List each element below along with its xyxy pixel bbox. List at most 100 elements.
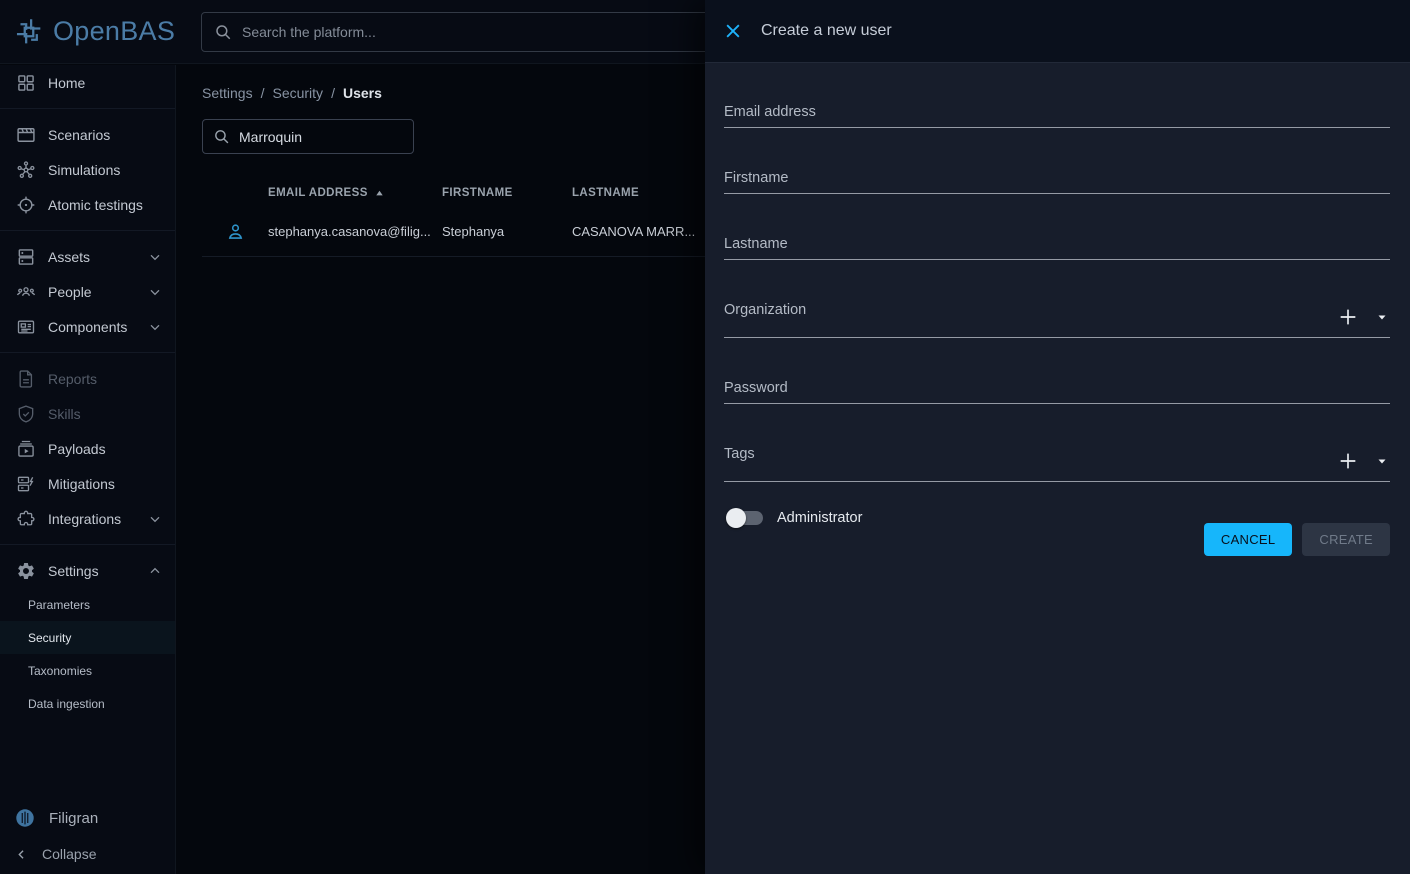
- dropdown-caret-icon[interactable]: [1376, 455, 1388, 467]
- tags-field-label: Tags: [724, 446, 1390, 462]
- newspaper-icon: [16, 317, 36, 337]
- create-user-form: Email address Firstname Lastname Organiz…: [705, 104, 1410, 572]
- firstname-field-label: Firstname: [724, 170, 1390, 186]
- administrator-toggle[interactable]: Administrator: [726, 510, 862, 526]
- chevron-left-icon: [14, 847, 29, 862]
- sidebar-item-label: Atomic testings: [48, 197, 143, 213]
- breadcrumb-users: Users: [343, 85, 382, 101]
- chevron-down-icon: [147, 284, 163, 300]
- sort-asc-icon: [374, 188, 385, 199]
- email-field[interactable]: Email address: [724, 104, 1390, 128]
- sidebar-item-simulations[interactable]: Simulations: [0, 152, 175, 187]
- grid-icon: [16, 73, 36, 93]
- sidebar-item-label: Assets: [48, 249, 90, 265]
- puzzle-icon: [16, 509, 36, 529]
- sidebar-item-payloads[interactable]: Payloads: [0, 431, 175, 466]
- chevron-down-icon: [147, 511, 163, 527]
- add-tag-icon[interactable]: [1337, 450, 1359, 472]
- sidebar-divider: [0, 230, 175, 231]
- sidebar-subitem-label: Security: [28, 631, 71, 645]
- sidebar-footer: Filigran Collapse: [0, 800, 175, 874]
- row-icon-cell: [202, 221, 268, 242]
- lastname-field-label: Lastname: [724, 236, 1390, 252]
- cell-firstname: Stephanya: [442, 224, 572, 239]
- sidebar-item-home[interactable]: Home: [0, 65, 175, 100]
- sidebar-item-label: Payloads: [48, 441, 106, 457]
- shield-check-icon: [16, 404, 36, 424]
- drawer-header: Create a new user: [705, 0, 1410, 63]
- sidebar-divider: [0, 108, 175, 109]
- sidebar-item-label: Home: [48, 75, 85, 91]
- organization-field[interactable]: Organization: [724, 302, 1390, 338]
- users-filter[interactable]: [202, 119, 414, 154]
- search-icon: [213, 128, 230, 145]
- sidebar-item-skills: Skills: [0, 396, 175, 431]
- field-underline: [724, 337, 1390, 338]
- breadcrumb-separator: /: [261, 85, 265, 101]
- sidebar-subitem-label: Parameters: [28, 598, 90, 612]
- sidebar-item-label: Mitigations: [48, 476, 115, 492]
- header-firstname[interactable]: FIRSTNAME: [442, 187, 572, 199]
- platform-search-input[interactable]: [242, 24, 748, 40]
- sidebar-item-scenarios[interactable]: Scenarios: [0, 117, 175, 152]
- create-button[interactable]: CREATE: [1302, 523, 1390, 556]
- groups-icon: [16, 282, 36, 302]
- chevron-down-icon: [147, 249, 163, 265]
- sidebar-item-label: Scenarios: [48, 127, 110, 143]
- sidebar-item-integrations[interactable]: Integrations: [0, 501, 175, 536]
- sidebar-item-label: Integrations: [48, 511, 121, 527]
- sidebar-item-taxonomies[interactable]: Taxonomies: [0, 654, 175, 687]
- sidebar-item-mitigations[interactable]: Mitigations: [0, 466, 175, 501]
- subscriptions-icon: [16, 439, 36, 459]
- sidebar-item-label: Components: [48, 319, 127, 335]
- target-icon: [16, 195, 36, 215]
- header-email-address[interactable]: EMAIL ADDRESS: [268, 187, 442, 199]
- field-underline: [724, 259, 1390, 260]
- field-underline: [724, 481, 1390, 482]
- lastname-field[interactable]: Lastname: [724, 236, 1390, 260]
- close-icon[interactable]: [720, 18, 746, 44]
- collapse-label: Collapse: [42, 846, 96, 862]
- sidebar-item-people[interactable]: People: [0, 274, 175, 309]
- create-user-drawer: Create a new user Email address Firstnam…: [705, 0, 1410, 874]
- sidebar-divider: [0, 352, 175, 353]
- filigran-logo-icon: [14, 807, 36, 829]
- firstname-field[interactable]: Firstname: [724, 170, 1390, 194]
- switch-off[interactable]: [729, 511, 763, 525]
- breadcrumb-security[interactable]: Security: [272, 85, 323, 101]
- hub-icon: [16, 160, 36, 180]
- chevron-down-icon: [147, 319, 163, 335]
- sidebar-subitem-label: Data ingestion: [28, 697, 105, 711]
- sidebar-item-label: Simulations: [48, 162, 120, 178]
- field-underline: [724, 193, 1390, 194]
- sidebar-item-assets[interactable]: Assets: [0, 239, 175, 274]
- app-logo[interactable]: OpenBAS: [0, 15, 176, 49]
- openbas-logo-icon: [12, 15, 46, 49]
- users-filter-input[interactable]: [239, 129, 403, 145]
- collapse-sidebar-button[interactable]: Collapse: [0, 836, 175, 872]
- app-title: OpenBAS: [53, 16, 175, 47]
- breadcrumb-separator: /: [331, 85, 335, 101]
- cancel-button[interactable]: CANCEL: [1204, 523, 1293, 556]
- add-organization-icon[interactable]: [1337, 306, 1359, 328]
- breadcrumb-settings[interactable]: Settings: [202, 85, 253, 101]
- movie-icon: [16, 125, 36, 145]
- sidebar-item-parameters[interactable]: Parameters: [0, 588, 175, 621]
- dns-icon: [16, 247, 36, 267]
- sidebar-item-components[interactable]: Components: [0, 309, 175, 344]
- sidebar-item-settings[interactable]: Settings: [0, 553, 175, 588]
- field-underline: [724, 403, 1390, 404]
- password-field[interactable]: Password: [724, 380, 1390, 404]
- tags-field[interactable]: Tags: [724, 446, 1390, 482]
- dynamic-form-icon: [16, 474, 36, 494]
- sidebar-item-security[interactable]: Security: [0, 621, 175, 654]
- filigran-link[interactable]: Filigran: [0, 800, 175, 836]
- sidebar-item-data-ingestion[interactable]: Data ingestion: [0, 687, 175, 720]
- organization-field-label: Organization: [724, 302, 1390, 318]
- sidebar: Home Scenarios Simulations A: [0, 65, 176, 874]
- sidebar-item-atomic-testings[interactable]: Atomic testings: [0, 187, 175, 222]
- dropdown-caret-icon[interactable]: [1376, 311, 1388, 323]
- platform-search[interactable]: [201, 12, 761, 52]
- sidebar-item-reports: Reports: [0, 361, 175, 396]
- report-file-icon: [16, 369, 36, 389]
